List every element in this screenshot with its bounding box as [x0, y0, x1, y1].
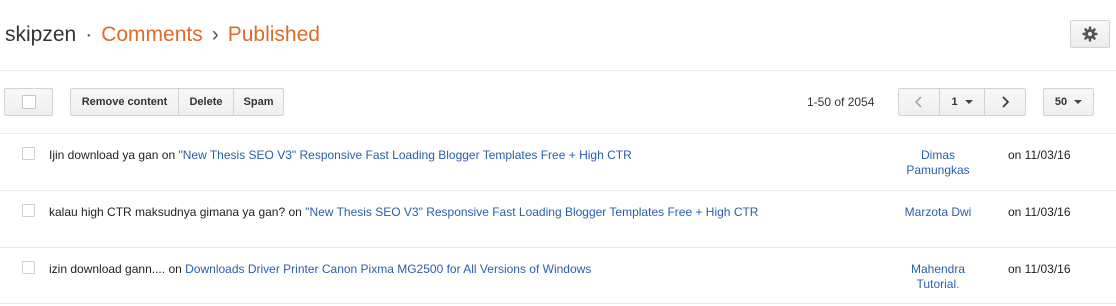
comment-date: on 11/03/16 — [1008, 205, 1071, 219]
page-header: skipzen · Comments › Published — [0, 0, 1116, 71]
remove-content-button[interactable]: Remove content — [70, 88, 179, 116]
comment-date: on 11/03/16 — [1008, 148, 1071, 162]
checkbox-box — [21, 95, 36, 109]
breadcrumb-comments-link[interactable]: Comments — [101, 23, 203, 46]
page-number: 1 — [951, 96, 958, 108]
next-page-button[interactable] — [984, 88, 1026, 116]
comment-text[interactable]: Ijin download ya gan — [49, 148, 158, 162]
post-link[interactable]: Downloads Driver Printer Canon Pixma MG2… — [185, 262, 591, 276]
comment-row: izin download gann.... on Downloads Driv… — [0, 247, 1116, 304]
comment-summary: kalau high CTR maksudnya gimana ya gan? … — [49, 205, 758, 219]
comment-row: Ijin download ya gan on "New Thesis SEO … — [0, 133, 1116, 190]
spam-button[interactable]: Spam — [233, 88, 284, 116]
comment-date: on 11/03/16 — [1008, 262, 1071, 276]
row-checkbox[interactable] — [22, 261, 35, 274]
caret-down-icon — [1074, 100, 1083, 104]
comment-text[interactable]: kalau high CTR maksudnya gimana ya gan? — [49, 205, 285, 219]
chevron-right-icon — [1002, 96, 1010, 108]
breadcrumb-published: Published — [227, 23, 320, 46]
comment-on-label: on — [168, 262, 182, 276]
post-link[interactable]: "New Thesis SEO V3" Responsive Fast Load… — [305, 205, 758, 219]
comment-on-label: on — [161, 148, 176, 162]
per-page-select[interactable]: 50 — [1043, 88, 1094, 116]
comment-author[interactable]: Mahendra Tutorial. — [888, 262, 988, 292]
select-all-checkbox[interactable] — [4, 88, 53, 116]
comment-list: Ijin download ya gan on "New Thesis SEO … — [0, 133, 1116, 304]
caret-down-icon — [964, 100, 973, 104]
breadcrumb-blog-name[interactable]: skipzen — [5, 23, 76, 46]
comment-text[interactable]: izin download gann.... — [49, 262, 165, 276]
per-page-value: 50 — [1054, 96, 1068, 108]
comment-on-label: on — [288, 205, 302, 219]
comment-summary: Ijin download ya gan on "New Thesis SEO … — [49, 148, 632, 162]
previous-page-button[interactable] — [898, 88, 940, 116]
post-link[interactable]: "New Thesis SEO V3" Responsive Fast Load… — [178, 148, 631, 162]
pagination-range: 1-50 of 2054 — [807, 95, 875, 109]
breadcrumb-separator: › — [211, 23, 219, 46]
delete-button[interactable]: Delete — [178, 88, 234, 116]
comment-author[interactable]: Marzota Dwi — [888, 205, 988, 220]
breadcrumb-separator: · — [85, 23, 93, 46]
chevron-left-icon — [914, 96, 922, 108]
row-checkbox[interactable] — [22, 204, 35, 217]
gear-icon — [1082, 26, 1098, 42]
comment-row: kalau high CTR maksudnya gimana ya gan? … — [0, 190, 1116, 247]
comment-author[interactable]: Dimas Pamungkas — [888, 148, 988, 178]
comments-toolbar: Remove content Delete Spam 1-50 of 2054 … — [0, 88, 1116, 116]
breadcrumb: skipzen · Comments › Published — [5, 22, 320, 48]
comment-summary: izin download gann.... on Downloads Driv… — [49, 262, 591, 276]
row-checkbox[interactable] — [22, 147, 35, 160]
settings-button[interactable] — [1070, 20, 1110, 48]
page-select[interactable]: 1 — [939, 88, 985, 116]
